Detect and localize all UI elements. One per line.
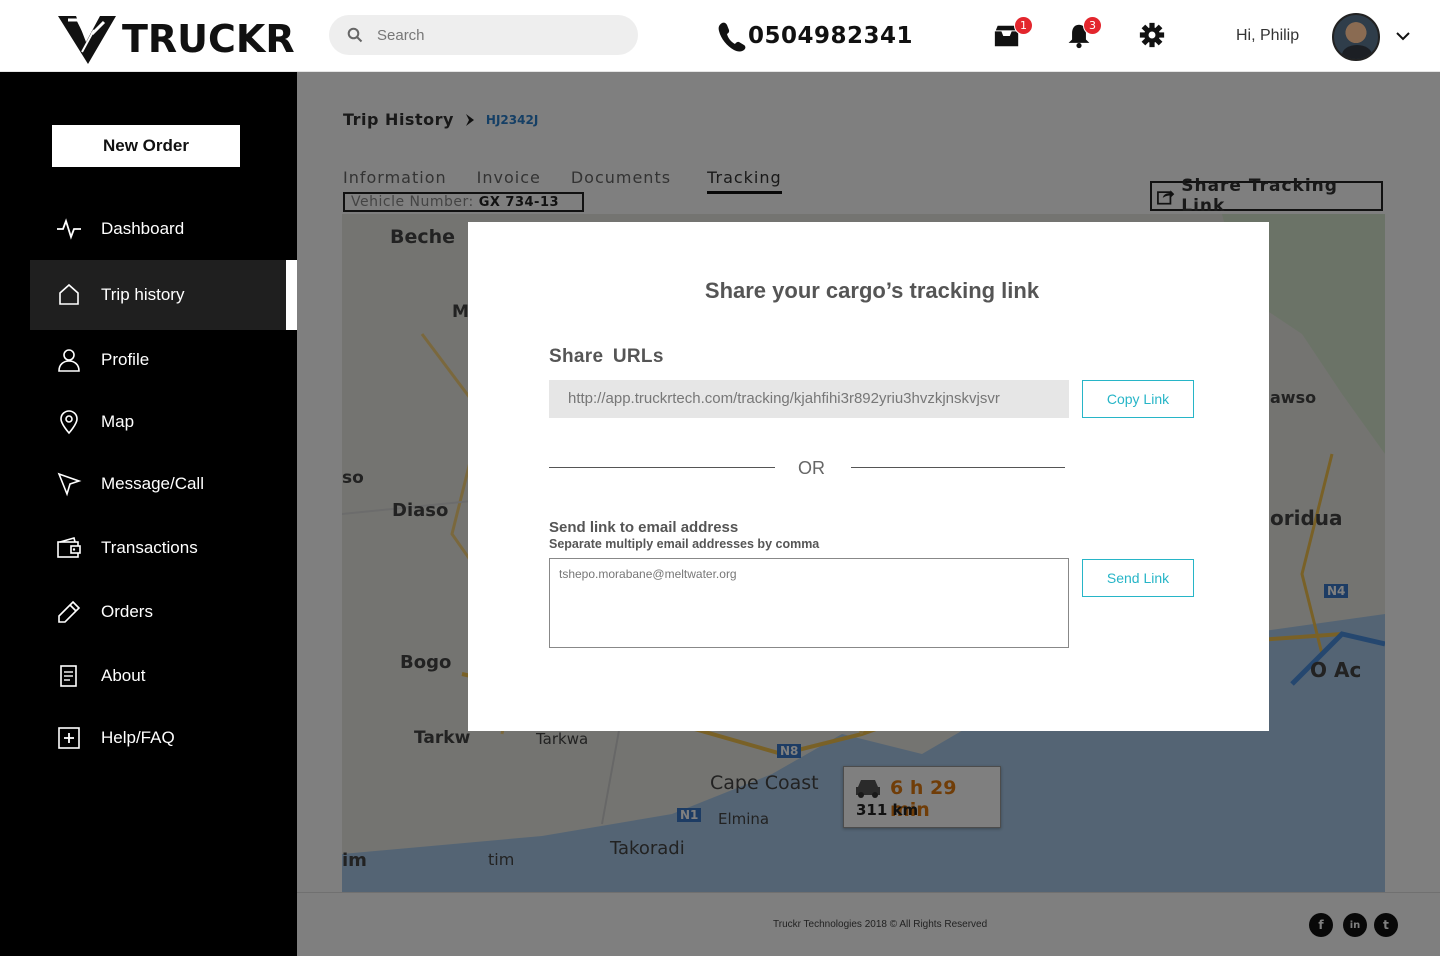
sidebar-item-transactions[interactable]: Transactions xyxy=(30,517,297,579)
gear-icon xyxy=(1139,22,1165,48)
user-icon xyxy=(58,349,80,372)
sidebar-item-label: Map xyxy=(101,412,135,431)
search-input[interactable] xyxy=(377,26,617,44)
sidebar-item-dashboard[interactable]: Dashboard xyxy=(30,198,297,260)
activity-icon xyxy=(57,218,81,240)
map-pin-icon xyxy=(60,410,78,435)
modal-title: Share your cargo’s tracking link xyxy=(704,278,1040,303)
phone-number: 0504982341 xyxy=(748,23,914,49)
sidebar-item-profile[interactable]: Profile xyxy=(30,329,297,391)
sidebar-item-trip-history[interactable]: Trip history xyxy=(30,260,297,330)
sidebar-item-label: Trip history xyxy=(101,285,185,304)
sidebar-item-message-call[interactable]: Message/Call xyxy=(30,453,297,515)
home-icon xyxy=(59,283,79,305)
send-link-button[interactable]: Send Link xyxy=(1082,559,1194,597)
phone-contact[interactable]: 0504982341 xyxy=(716,20,913,52)
notifications-button[interactable]: 3 xyxy=(1066,16,1102,52)
new-order-button[interactable]: New Order xyxy=(52,125,240,167)
navigation-arrow-icon xyxy=(57,472,82,497)
search-bar[interactable] xyxy=(329,15,638,55)
document-icon xyxy=(60,665,77,687)
notifications-badge: 3 xyxy=(1083,16,1102,35)
sidebar-item-label: About xyxy=(101,666,146,685)
plus-square-icon xyxy=(58,727,80,749)
wallet-icon xyxy=(57,537,81,558)
sidebar-item-label: Transactions xyxy=(101,538,198,557)
truckr-logo-icon xyxy=(58,16,116,64)
sidebar-item-help-faq[interactable]: Help/FAQ xyxy=(30,707,297,769)
logo-text: TRUCKR xyxy=(122,17,295,61)
sidebar-item-label: Dashboard xyxy=(101,219,185,238)
search-icon xyxy=(347,27,363,43)
sidebar-item-map[interactable]: Map xyxy=(30,391,297,453)
sidebar: New Order Dashboard Trip history Profile… xyxy=(0,72,297,956)
user-greeting: Hi, Philip xyxy=(1236,27,1300,44)
sidebar-item-label: Orders xyxy=(101,602,153,621)
chevron-down-icon[interactable] xyxy=(1394,29,1412,43)
pencil-icon xyxy=(58,600,81,623)
settings-button[interactable] xyxy=(1139,22,1169,52)
sidebar-item-orders[interactable]: Orders xyxy=(30,581,297,643)
messages-button[interactable]: 1 xyxy=(993,16,1033,52)
top-header: TRUCKR 0504982341 1 3 xyxy=(0,0,1440,72)
user-avatar[interactable] xyxy=(1332,13,1380,61)
sidebar-item-label: Help/FAQ xyxy=(101,728,175,747)
messages-badge: 1 xyxy=(1014,16,1033,35)
tracking-url-field[interactable]: http://app.truckrtech.com/tracking/kjahf… xyxy=(549,380,1069,418)
sidebar-item-label: Message/Call xyxy=(101,474,204,493)
email-section-hint: Separate multiply email addresses by com… xyxy=(549,537,820,551)
sidebar-item-about[interactable]: About xyxy=(30,645,297,707)
truckr-logo[interactable]: TRUCKR xyxy=(56,12,295,66)
divider-right xyxy=(851,467,1065,468)
email-addresses-field[interactable]: tshepo.morabane@meltwater.org xyxy=(549,558,1069,648)
phone-icon xyxy=(718,22,746,52)
share-tracking-modal: Share your cargo’s tracking link Share U… xyxy=(468,222,1269,731)
email-section-label: Send link to email address xyxy=(549,519,739,536)
share-urls-heading: Share URLs xyxy=(549,346,664,367)
divider-left xyxy=(549,467,775,468)
copy-link-button[interactable]: Copy Link xyxy=(1082,380,1194,418)
or-separator: OR xyxy=(798,458,825,478)
sidebar-item-label: Profile xyxy=(101,350,150,369)
